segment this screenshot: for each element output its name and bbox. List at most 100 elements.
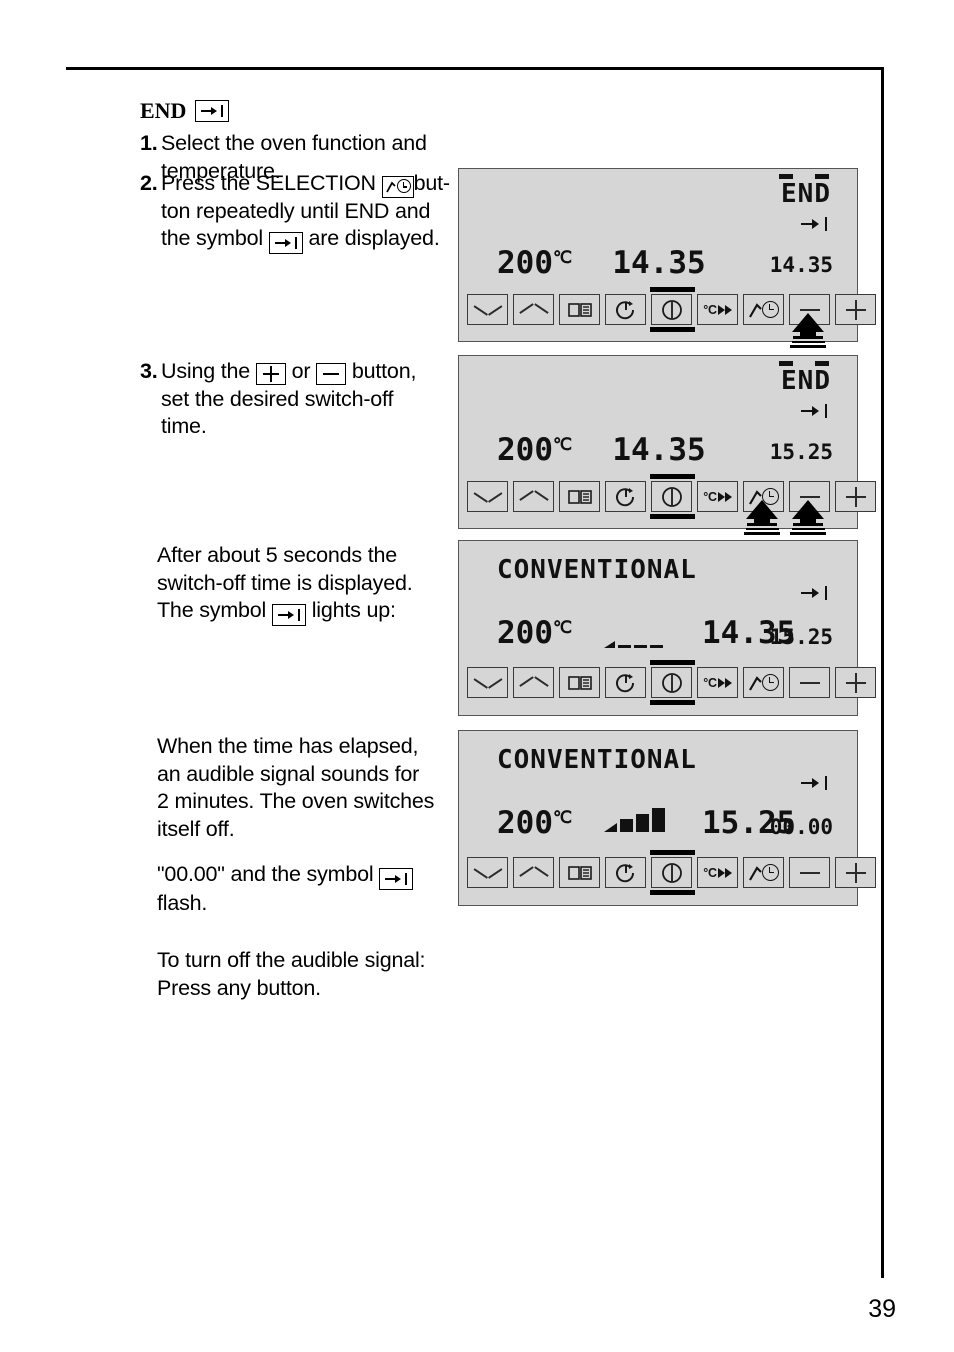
book-icon xyxy=(567,489,592,504)
temperature-button[interactable]: °C xyxy=(697,857,738,888)
temperature-icon: °C xyxy=(703,489,732,504)
temperature-button[interactable]: °C xyxy=(697,667,738,698)
heat-bargraph-full xyxy=(604,808,665,832)
bargraph-segment-4 xyxy=(652,808,665,832)
temperature-icon: °C xyxy=(703,865,732,880)
book-icon xyxy=(567,865,592,880)
step-2-text-part2: but- xyxy=(413,171,450,195)
step-2-text-part1: Press the SELECTION xyxy=(161,171,376,195)
down-button[interactable] xyxy=(467,294,508,325)
power-bar-top xyxy=(650,474,695,479)
panel-4-temp-unit: ℃ xyxy=(553,808,573,828)
timer-button[interactable] xyxy=(605,667,646,698)
note-3-line1a: "00.00" and the symbol xyxy=(157,862,374,886)
power-button[interactable] xyxy=(650,287,695,332)
end-arrow-symbol xyxy=(379,868,414,890)
minus-icon xyxy=(799,673,820,693)
book-button[interactable] xyxy=(559,857,600,888)
down-button[interactable] xyxy=(467,857,508,888)
timer-icon xyxy=(615,300,634,319)
temperature-label: °C xyxy=(703,675,717,690)
panel-3-temperature: 200℃ xyxy=(497,615,572,651)
timer-button[interactable] xyxy=(605,294,646,325)
selection-button[interactable] xyxy=(743,667,784,698)
step-3-text-part2: button, xyxy=(351,359,417,383)
up-button[interactable] xyxy=(513,294,554,325)
chevron-down-icon xyxy=(475,866,501,879)
power-bar-top xyxy=(650,287,695,292)
rising-line-icon xyxy=(748,675,762,691)
power-icon xyxy=(661,672,682,693)
panel-4-secondary-time: 00.00 xyxy=(769,815,833,839)
panel-2-mode-text: END xyxy=(781,366,831,396)
book-icon xyxy=(567,675,592,690)
plus-button[interactable] xyxy=(835,857,876,888)
note-flashing: "00.00" and the symbol flash. xyxy=(157,861,477,918)
book-button[interactable] xyxy=(559,667,600,698)
panel-4-temp-value: 200 xyxy=(497,805,553,841)
note-turn-off-signal: To turn off the audible signal: Press an… xyxy=(157,947,477,1002)
selection-button[interactable] xyxy=(743,294,784,325)
plus-button-symbol xyxy=(255,363,286,385)
temperature-label: °C xyxy=(703,489,717,504)
plus-icon xyxy=(845,486,866,507)
timer-button[interactable] xyxy=(605,857,646,888)
end-arrow-symbol xyxy=(195,99,230,122)
power-bar-bottom xyxy=(650,514,695,519)
step-2: 2. Press the SELECTION but- ton repeated… xyxy=(140,170,460,254)
power-bar-bottom xyxy=(650,700,695,705)
press-indicator-minus xyxy=(740,500,784,540)
plus-button[interactable] xyxy=(835,294,876,325)
end-arrow-symbol xyxy=(268,232,303,254)
display-panel-2: END 200℃ 14.35 15.25 °C xyxy=(458,355,876,535)
chevron-up-icon xyxy=(521,866,547,879)
down-button[interactable] xyxy=(467,667,508,698)
selection-icon xyxy=(381,175,414,198)
panel-3-temp-value: 200 xyxy=(497,615,553,651)
minus-button[interactable] xyxy=(789,857,830,888)
power-button[interactable] xyxy=(650,474,695,519)
power-icon xyxy=(661,862,682,883)
note-3-line2: flash. xyxy=(157,891,208,915)
temperature-label: °C xyxy=(703,865,717,880)
power-icon xyxy=(661,299,682,320)
selection-icon xyxy=(748,673,779,692)
temperature-button[interactable]: °C xyxy=(697,294,738,325)
timer-button[interactable] xyxy=(605,481,646,512)
selection-button[interactable] xyxy=(743,857,784,888)
step-2-text-line3a: the symbol xyxy=(161,226,263,250)
rising-line-icon xyxy=(748,865,762,881)
chevron-down-icon xyxy=(475,490,501,503)
page-content: END 1. Select the oven function and temp… xyxy=(0,0,954,1352)
minus-button[interactable] xyxy=(789,667,830,698)
note-2-line3: 2 minutes. The oven switches xyxy=(157,789,435,813)
end-arrow-symbol xyxy=(801,586,827,600)
chevron-up-icon xyxy=(521,676,547,689)
note-1-line3b: lights up: xyxy=(311,598,396,622)
end-arrow-symbol xyxy=(801,776,827,790)
down-button[interactable] xyxy=(467,481,508,512)
page-heading: END xyxy=(140,97,460,124)
up-button[interactable] xyxy=(513,481,554,512)
selection-icon xyxy=(748,300,779,319)
temperature-button[interactable]: °C xyxy=(697,481,738,512)
page-number: 39 xyxy=(868,1295,896,1323)
power-button[interactable] xyxy=(650,660,695,705)
up-button[interactable] xyxy=(513,667,554,698)
temperature-icon: °C xyxy=(703,675,732,690)
book-button[interactable] xyxy=(559,294,600,325)
display-panel-4: CONVENTIONAL 200℃ 15.25 00.00 °C xyxy=(458,730,876,906)
power-bar-top xyxy=(650,850,695,855)
plus-button[interactable] xyxy=(835,481,876,512)
note-4-line2: Press any button. xyxy=(157,975,321,1000)
panel-4-mode-text: CONVENTIONAL xyxy=(497,745,697,775)
book-button[interactable] xyxy=(559,481,600,512)
panel-3-mode-text: CONVENTIONAL xyxy=(497,555,697,585)
panel-4-temperature: 200℃ xyxy=(497,805,572,841)
rising-line-icon xyxy=(748,302,762,318)
rising-line-icon xyxy=(385,181,396,193)
plus-button[interactable] xyxy=(835,667,876,698)
power-button[interactable] xyxy=(650,850,695,895)
up-button[interactable] xyxy=(513,857,554,888)
note-time-elapsed: When the time has elapsed, an audible si… xyxy=(157,733,477,843)
